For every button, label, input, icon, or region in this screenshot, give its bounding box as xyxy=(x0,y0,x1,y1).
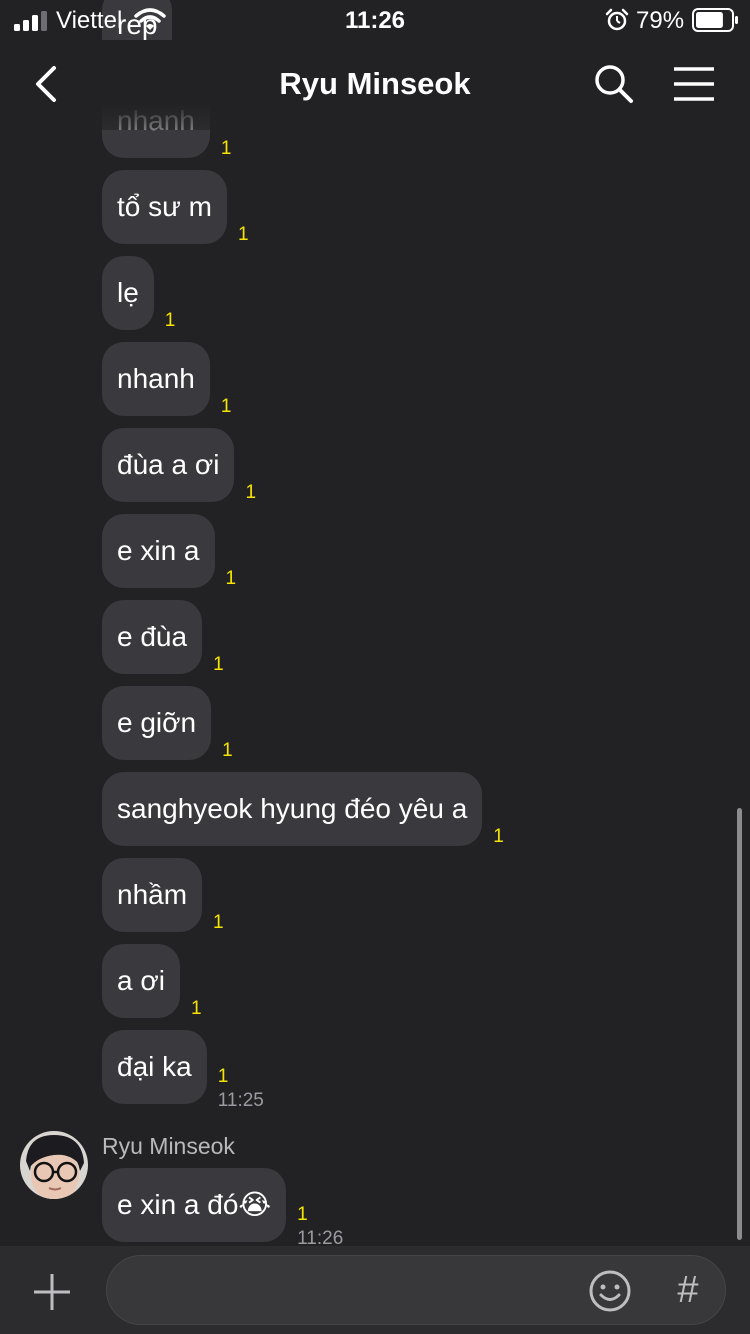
message-bubble[interactable]: e giỡn xyxy=(102,686,212,760)
message-row: đại ka 1 11:25 xyxy=(102,1030,264,1111)
message-row: lẹ 1 xyxy=(102,256,176,331)
battery-fill xyxy=(696,12,723,28)
unread-count: 1 xyxy=(213,912,224,933)
emoji-icon xyxy=(589,1270,631,1312)
unread-count: 1 xyxy=(164,310,176,331)
search-button[interactable] xyxy=(592,62,636,106)
message-timestamp: 11:25 xyxy=(217,1090,264,1111)
avatar[interactable] xyxy=(20,1131,88,1199)
message-bubble[interactable]: lẹ xyxy=(102,256,154,330)
message-bubble[interactable]: nhầm xyxy=(102,858,203,932)
message-bubble[interactable]: sanghyeok hyung đéo yêu a xyxy=(102,772,483,846)
message-input[interactable] xyxy=(129,1256,589,1324)
chat-title: Ryu Minseok xyxy=(279,66,471,101)
chat-header: Ryu Minseok xyxy=(0,40,750,130)
chat-screen: rep 1 nhanh 1 tổ sư m 1 lẹ 1 nhanh 1 đùa… xyxy=(0,0,750,1334)
message-row: e giỡn 1 xyxy=(102,686,233,761)
attach-button[interactable] xyxy=(30,1270,74,1314)
unread-count: 1 xyxy=(190,998,202,1019)
emoji-button[interactable] xyxy=(587,1268,633,1314)
message-bubble[interactable]: a ơi xyxy=(102,944,180,1018)
message-bubble[interactable]: e xin a đó😭 xyxy=(102,1168,287,1242)
message-row: nhầm 1 xyxy=(102,858,224,933)
hamburger-menu-icon xyxy=(674,67,714,101)
message-timestamp: 11:26 xyxy=(297,1228,344,1246)
unread-count: 1 xyxy=(225,568,237,589)
hashtag-button[interactable]: # xyxy=(667,1266,709,1314)
alarm-icon xyxy=(605,8,629,31)
plus-icon xyxy=(34,1274,70,1310)
message-bubble[interactable]: e xin a xyxy=(102,514,215,588)
battery-icon xyxy=(692,8,738,32)
unread-count: 1 xyxy=(217,1066,229,1087)
message-bubble[interactable]: e đùa xyxy=(102,600,203,674)
unread-count: 1 xyxy=(213,654,224,675)
message-row: tổ sư m 1 xyxy=(102,170,249,245)
message-row: a ơi 1 xyxy=(102,944,202,1019)
message-input-bar: # xyxy=(0,1246,750,1334)
message-bubble[interactable]: tổ sư m xyxy=(102,170,227,244)
unread-count: 1 xyxy=(493,826,504,847)
message-bubble[interactable]: đại ka xyxy=(102,1030,207,1104)
avatar-image xyxy=(20,1131,88,1199)
unread-count: 1 xyxy=(237,224,249,245)
message-field: # xyxy=(106,1255,726,1325)
menu-button[interactable] xyxy=(670,64,718,104)
scrollbar[interactable] xyxy=(737,808,742,1240)
message-row: e xin a 1 xyxy=(102,514,237,589)
unread-count: 1 xyxy=(220,138,232,159)
unread-count: 1 xyxy=(222,740,233,761)
message-row: sanghyeok hyung đéo yêu a 1 xyxy=(102,772,504,847)
sender-name: Ryu Minseok xyxy=(102,1133,235,1159)
battery-percent: 79% xyxy=(636,7,685,34)
search-icon xyxy=(595,65,633,103)
message-bubble[interactable]: nhanh xyxy=(102,342,210,416)
back-button[interactable] xyxy=(28,62,68,106)
unread-count: 1 xyxy=(220,396,232,417)
message-row: đùa a ơi 1 xyxy=(102,428,257,503)
status-bar: Viettel 11:26 79% xyxy=(0,0,750,40)
unread-count: 1 xyxy=(297,1204,308,1225)
chevron-left-icon xyxy=(36,66,56,102)
unread-count: 1 xyxy=(245,482,257,503)
message-list[interactable]: rep 1 nhanh 1 tổ sư m 1 lẹ 1 nhanh 1 đùa… xyxy=(0,0,750,1246)
message-row: nhanh 1 xyxy=(102,342,232,417)
message-row-incoming: e xin a đó😭 1 11:26 xyxy=(102,1168,343,1246)
message-row: e đùa 1 xyxy=(102,600,224,675)
message-bubble[interactable]: đùa a ơi xyxy=(102,428,235,502)
